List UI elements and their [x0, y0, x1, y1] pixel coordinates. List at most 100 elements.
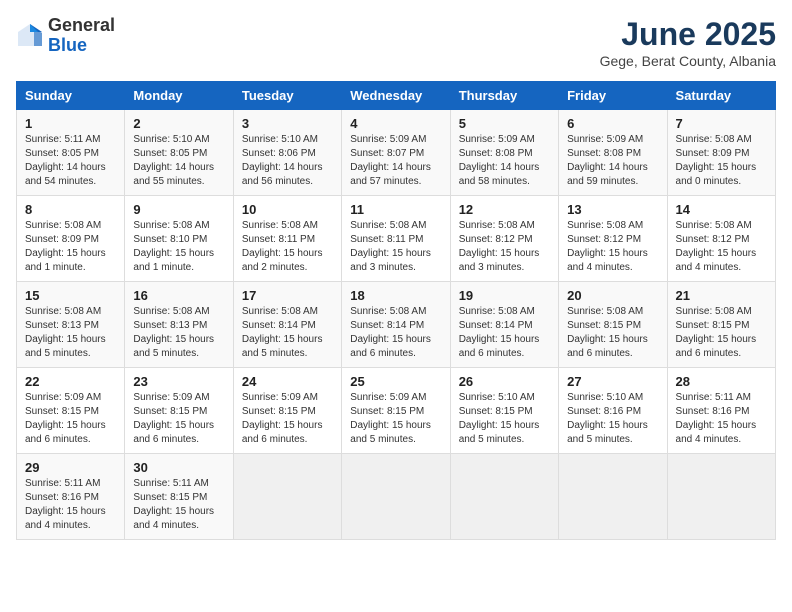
day-info: Sunrise: 5:10 AM Sunset: 8:05 PM Dayligh…: [133, 133, 224, 189]
calendar-cell: 15Sunrise: 5:08 AM Sunset: 8:13 PM Dayli…: [17, 282, 125, 368]
calendar-cell: [342, 454, 450, 540]
calendar-cell: [667, 454, 775, 540]
day-info: Sunrise: 5:08 AM Sunset: 8:14 PM Dayligh…: [459, 305, 550, 361]
calendar-cell: 23 Sunrise: 5:09 AM Sunset: 8:15 PM Dayli…: [125, 368, 233, 454]
calendar-cell: 13 Sunrise: 5:08 AM Sunset: 8:12 PM Dayli…: [559, 196, 667, 282]
calendar-cell: 9Sunrise: 5:08 AM Sunset: 8:10 PM Daylig…: [125, 196, 233, 282]
calendar-cell: [559, 454, 667, 540]
day-info: Sunrise: 5:10 AM Sunset: 8:16 PM Dayligh…: [567, 391, 658, 447]
day-info: Sunrise: 5:08 AM Sunset: 8:13 PM Dayligh…: [25, 305, 116, 361]
day-info: Sunrise: 5:11 AM Sunset: 8:16 PM Dayligh…: [676, 391, 767, 447]
day-info: Sunrise: 5:11 AM Sunset: 8:15 PM Dayligh…: [133, 477, 224, 533]
calendar-cell: 30 Sunrise: 5:11 AM Sunset: 8:15 PM Dayli…: [125, 454, 233, 540]
day-number: 17: [242, 288, 333, 303]
day-info: Sunrise: 5:10 AM Sunset: 8:15 PM Dayligh…: [459, 391, 550, 447]
calendar-cell: 11 Sunrise: 5:08 AM Sunset: 8:11 PM Dayli…: [342, 196, 450, 282]
day-number: 23: [133, 374, 224, 389]
calendar-week-row: 29Sunrise: 5:11 AM Sunset: 8:16 PM Dayli…: [17, 454, 776, 540]
title-block: June 2025 Gege, Berat County, Albania: [600, 16, 776, 69]
day-info: Sunrise: 5:08 AM Sunset: 8:12 PM Dayligh…: [567, 219, 658, 275]
day-info: Sunrise: 5:09 AM Sunset: 8:07 PM Dayligh…: [350, 133, 441, 189]
calendar-cell: 10 Sunrise: 5:08 AM Sunset: 8:11 PM Dayli…: [233, 196, 341, 282]
day-info: Sunrise: 5:08 AM Sunset: 8:14 PM Dayligh…: [242, 305, 333, 361]
calendar-cell: 7 Sunrise: 5:08 AM Sunset: 8:09 PM Daylig…: [667, 110, 775, 196]
day-of-week-header: Tuesday: [233, 82, 341, 110]
day-number: 20: [567, 288, 658, 303]
day-info: Sunrise: 5:08 AM Sunset: 8:12 PM Dayligh…: [459, 219, 550, 275]
day-number: 14: [676, 202, 767, 217]
day-number: 13: [567, 202, 658, 217]
calendar-cell: 17 Sunrise: 5:08 AM Sunset: 8:14 PM Dayli…: [233, 282, 341, 368]
day-number: 11: [350, 202, 441, 217]
day-of-week-header: Sunday: [17, 82, 125, 110]
calendar-cell: 18 Sunrise: 5:08 AM Sunset: 8:14 PM Dayli…: [342, 282, 450, 368]
day-number: 7: [676, 116, 767, 131]
day-info: Sunrise: 5:08 AM Sunset: 8:11 PM Dayligh…: [242, 219, 333, 275]
location: Gege, Berat County, Albania: [600, 53, 776, 69]
calendar-cell: 20Sunrise: 5:08 AM Sunset: 8:15 PM Dayli…: [559, 282, 667, 368]
calendar-cell: 22 Sunrise: 5:09 AM Sunset: 8:15 PM Dayli…: [17, 368, 125, 454]
calendar-cell: [450, 454, 558, 540]
day-number: 8: [25, 202, 116, 217]
day-info: Sunrise: 5:11 AM Sunset: 8:05 PM Dayligh…: [25, 133, 116, 189]
day-of-week-header: Monday: [125, 82, 233, 110]
calendar-cell: 26 Sunrise: 5:10 AM Sunset: 8:15 PM Dayli…: [450, 368, 558, 454]
day-number: 19: [459, 288, 550, 303]
logo-text: General Blue: [48, 16, 115, 56]
calendar-cell: 8 Sunrise: 5:08 AM Sunset: 8:09 PM Daylig…: [17, 196, 125, 282]
calendar-week-row: 22 Sunrise: 5:09 AM Sunset: 8:15 PM Dayli…: [17, 368, 776, 454]
day-info: Sunrise: 5:08 AM Sunset: 8:09 PM Dayligh…: [676, 133, 767, 189]
day-number: 28: [676, 374, 767, 389]
day-number: 25: [350, 374, 441, 389]
calendar-cell: 21Sunrise: 5:08 AM Sunset: 8:15 PM Dayli…: [667, 282, 775, 368]
day-number: 6: [567, 116, 658, 131]
day-number: 1: [25, 116, 116, 131]
day-number: 26: [459, 374, 550, 389]
day-info: Sunrise: 5:09 AM Sunset: 8:15 PM Dayligh…: [350, 391, 441, 447]
day-info: Sunrise: 5:09 AM Sunset: 8:08 PM Dayligh…: [567, 133, 658, 189]
calendar-cell: 2 Sunrise: 5:10 AM Sunset: 8:05 PM Daylig…: [125, 110, 233, 196]
page-header: General Blue June 2025 Gege, Berat Count…: [16, 16, 776, 69]
calendar-cell: 24 Sunrise: 5:09 AM Sunset: 8:15 PM Dayli…: [233, 368, 341, 454]
calendar-cell: 25 Sunrise: 5:09 AM Sunset: 8:15 PM Dayli…: [342, 368, 450, 454]
day-number: 24: [242, 374, 333, 389]
calendar-table: SundayMondayTuesdayWednesdayThursdayFrid…: [16, 81, 776, 540]
calendar-cell: 1 Sunrise: 5:11 AM Sunset: 8:05 PM Daylig…: [17, 110, 125, 196]
calendar-cell: 5Sunrise: 5:09 AM Sunset: 8:08 PM Daylig…: [450, 110, 558, 196]
day-number: 22: [25, 374, 116, 389]
calendar-week-row: 1 Sunrise: 5:11 AM Sunset: 8:05 PM Daylig…: [17, 110, 776, 196]
calendar-cell: 6 Sunrise: 5:09 AM Sunset: 8:08 PM Daylig…: [559, 110, 667, 196]
calendar-cell: 29Sunrise: 5:11 AM Sunset: 8:16 PM Dayli…: [17, 454, 125, 540]
day-info: Sunrise: 5:08 AM Sunset: 8:11 PM Dayligh…: [350, 219, 441, 275]
calendar-cell: [233, 454, 341, 540]
day-info: Sunrise: 5:08 AM Sunset: 8:12 PM Dayligh…: [676, 219, 767, 275]
day-number: 5: [459, 116, 550, 131]
day-number: 12: [459, 202, 550, 217]
day-number: 10: [242, 202, 333, 217]
calendar-cell: 19 Sunrise: 5:08 AM Sunset: 8:14 PM Dayli…: [450, 282, 558, 368]
day-number: 2: [133, 116, 224, 131]
day-info: Sunrise: 5:08 AM Sunset: 8:13 PM Dayligh…: [133, 305, 224, 361]
month-title: June 2025: [600, 16, 776, 53]
calendar-cell: 14 Sunrise: 5:08 AM Sunset: 8:12 PM Dayli…: [667, 196, 775, 282]
day-number: 18: [350, 288, 441, 303]
calendar-week-row: 8 Sunrise: 5:08 AM Sunset: 8:09 PM Daylig…: [17, 196, 776, 282]
calendar-cell: 4Sunrise: 5:09 AM Sunset: 8:07 PM Daylig…: [342, 110, 450, 196]
day-info: Sunrise: 5:08 AM Sunset: 8:09 PM Dayligh…: [25, 219, 116, 275]
calendar-cell: 28 Sunrise: 5:11 AM Sunset: 8:16 PM Dayli…: [667, 368, 775, 454]
logo: General Blue: [16, 16, 115, 56]
day-number: 16: [133, 288, 224, 303]
day-info: Sunrise: 5:08 AM Sunset: 8:14 PM Dayligh…: [350, 305, 441, 361]
day-of-week-header: Saturday: [667, 82, 775, 110]
calendar-cell: 27Sunrise: 5:10 AM Sunset: 8:16 PM Dayli…: [559, 368, 667, 454]
day-info: Sunrise: 5:09 AM Sunset: 8:15 PM Dayligh…: [25, 391, 116, 447]
day-number: 3: [242, 116, 333, 131]
day-info: Sunrise: 5:10 AM Sunset: 8:06 PM Dayligh…: [242, 133, 333, 189]
day-info: Sunrise: 5:09 AM Sunset: 8:15 PM Dayligh…: [242, 391, 333, 447]
day-info: Sunrise: 5:09 AM Sunset: 8:15 PM Dayligh…: [133, 391, 224, 447]
logo-icon: [16, 22, 44, 50]
calendar-cell: 16 Sunrise: 5:08 AM Sunset: 8:13 PM Dayli…: [125, 282, 233, 368]
calendar-header-row: SundayMondayTuesdayWednesdayThursdayFrid…: [17, 82, 776, 110]
day-number: 21: [676, 288, 767, 303]
day-number: 30: [133, 460, 224, 475]
